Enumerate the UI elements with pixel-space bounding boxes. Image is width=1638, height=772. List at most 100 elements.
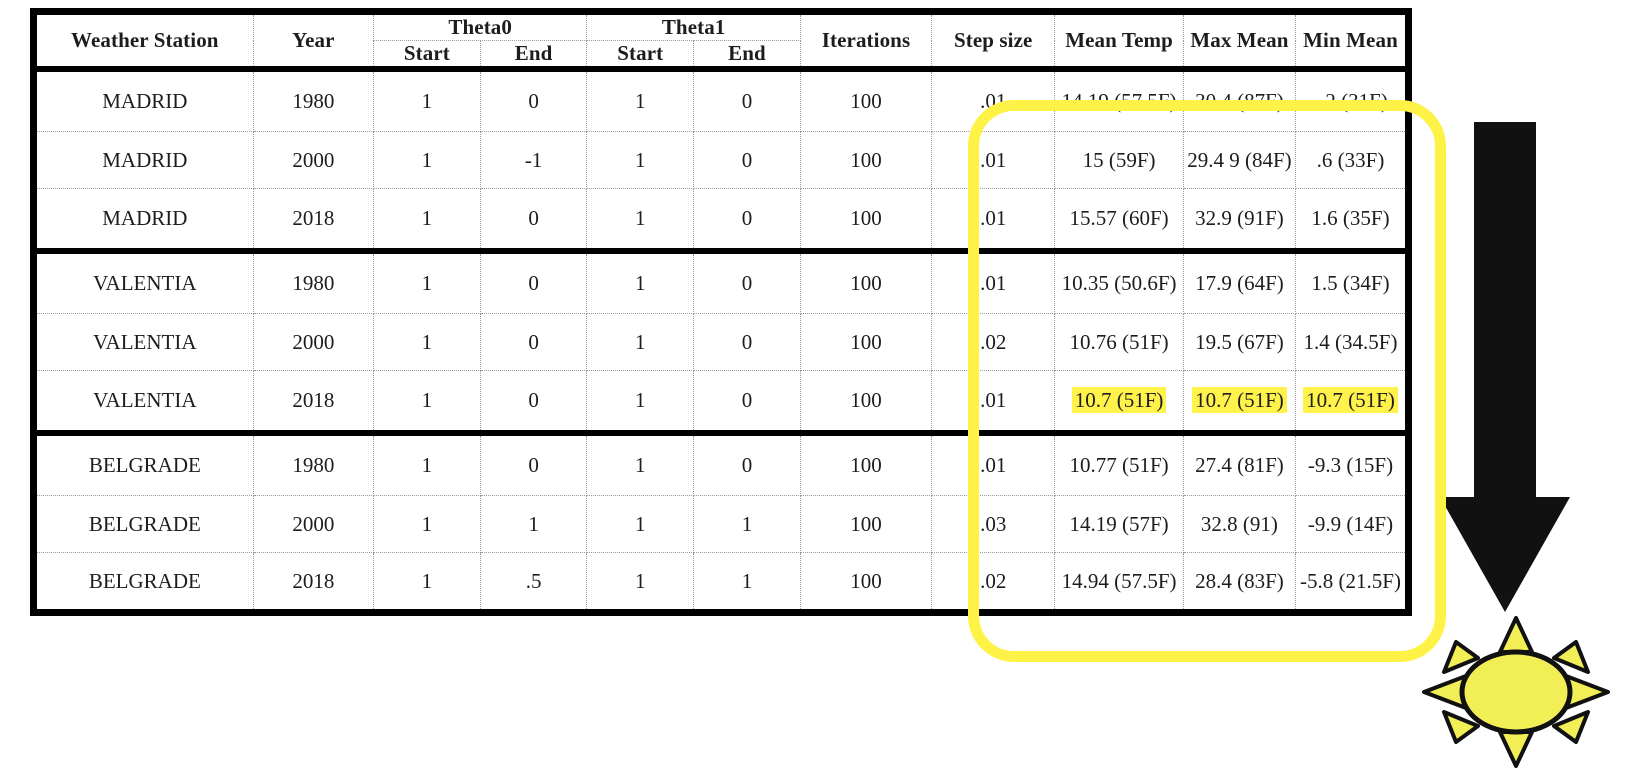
column-header-theta1-start: Start — [586, 40, 695, 72]
cell-station: BELGRADE — [37, 552, 254, 609]
cell-station: MADRID — [37, 66, 254, 133]
table-header: Weather Station Year Theta0 Theta1 Itera… — [37, 15, 1405, 72]
cell-theta0-end: 0 — [479, 66, 588, 133]
cell-year: 2000 — [252, 313, 375, 372]
cell-theta1-start: 1 — [586, 370, 695, 434]
cell-year: 1980 — [252, 248, 375, 315]
cell-theta0-start: 1 — [373, 248, 481, 315]
results-table: Weather Station Year Theta0 Theta1 Itera… — [37, 15, 1405, 609]
cell-station: MADRID — [37, 131, 254, 190]
header-row-top: Weather Station Year Theta0 Theta1 Itera… — [37, 15, 1405, 70]
cell-iterations: 100 — [799, 370, 933, 434]
column-header-weather-station: Weather Station — [37, 15, 254, 70]
cell-theta1-start: 1 — [586, 495, 695, 554]
cell-mean-temp: 15.57 (60F) — [1054, 188, 1184, 252]
cell-theta0-end: -1 — [479, 131, 588, 190]
cell-theta0-end: 0 — [479, 430, 588, 497]
cell-min-mean-highlight: 10.7 (51F) — [1303, 387, 1398, 414]
cell-theta1-end: 0 — [693, 430, 801, 497]
cell-step-size: .02 — [931, 313, 1056, 372]
cell-theta0-start: 1 — [373, 495, 481, 554]
cell-theta0-end: 0 — [479, 313, 588, 372]
cell-theta0-start: 1 — [373, 552, 481, 609]
cell-year: 1980 — [252, 430, 375, 497]
results-table-container: Weather Station Year Theta0 Theta1 Itera… — [30, 8, 1412, 616]
table-row: MADRID 2018 1 0 1 0 100.01 15.57 (60F) 32.9 (91F… — [37, 188, 1405, 252]
cell-iterations: 100 — [799, 188, 933, 252]
column-header-theta0: Theta0 — [373, 15, 588, 41]
table-row: BELGRADE 1980 1 0 1 0 100.01 10.77 (51F) 27.4 (8… — [37, 430, 1405, 497]
column-header-theta1: Theta1 — [586, 15, 801, 41]
cell-min-mean: 10.7 (51F) — [1295, 370, 1405, 434]
cell-theta0-start: 1 — [373, 370, 481, 434]
cell-min-mean: 1.4 (34.5F) — [1295, 313, 1405, 372]
cell-theta1-end: 1 — [693, 495, 801, 554]
cell-mean-temp: 14.19 (57F) — [1054, 495, 1184, 554]
cell-mean-temp: 14.19 (57.5F) — [1054, 66, 1184, 133]
cell-max-mean: 19.5 (67F) — [1182, 313, 1297, 372]
cell-theta0-start: 1 — [373, 313, 481, 372]
cell-theta1-end: 1 — [693, 552, 801, 609]
cell-theta0-start: 1 — [373, 66, 481, 133]
cell-theta1-end: 0 — [693, 188, 801, 252]
cell-mean-temp: 15 (59F) — [1054, 131, 1184, 190]
cell-max-mean: 29.4 9 (84F) — [1182, 131, 1297, 190]
cell-min-mean: 1.5 (34F) — [1295, 248, 1405, 315]
table-row: VALENTIA 2018 1 0 1 0 100.01 10.7 (51F) 10.7 (51… — [37, 370, 1405, 434]
cell-max-mean: 17.9 (64F) — [1182, 248, 1297, 315]
cell-mean-temp-highlight: 10.7 (51F) — [1071, 387, 1167, 414]
screenshot-canvas: Weather Station Year Theta0 Theta1 Itera… — [0, 0, 1638, 772]
column-header-theta1-end: End — [693, 40, 801, 72]
cell-station: VALENTIA — [37, 370, 254, 434]
cell-mean-temp: 10.7 (51F) — [1054, 370, 1184, 434]
column-header-min-mean: Min Mean — [1295, 15, 1405, 70]
cell-theta1-end: 0 — [693, 370, 801, 434]
cell-mean-temp: 10.76 (51F) — [1054, 313, 1184, 372]
cell-year: 2018 — [252, 552, 375, 609]
cell-theta1-end: 0 — [693, 66, 801, 133]
cell-theta0-start: 1 — [373, 430, 481, 497]
column-header-theta0-start: Start — [373, 40, 481, 72]
cell-theta1-end: 0 — [693, 248, 801, 315]
table-row: VALENTIA 2000 1 0 1 0 100.02 10.76 (51F) 19.5 (6… — [37, 313, 1405, 372]
cell-station: MADRID — [37, 188, 254, 252]
cell-mean-temp: 14.94 (57.5F) — [1054, 552, 1184, 609]
cell-theta0-end: 0 — [479, 248, 588, 315]
cell-iterations: 100 — [799, 313, 933, 372]
cell-mean-temp: 10.77 (51F) — [1054, 430, 1184, 497]
cell-min-mean: -9.3 (15F) — [1295, 430, 1405, 497]
column-header-year: Year — [252, 15, 375, 70]
column-header-step-size: Step size — [931, 15, 1056, 70]
cell-year: 2000 — [252, 131, 375, 190]
sun-icon — [1422, 616, 1610, 768]
cell-step-size: .01 — [931, 430, 1056, 497]
cell-theta1-end: 0 — [693, 313, 801, 372]
cell-iterations: 100 — [799, 131, 933, 190]
table-body: MADRID 1980 1 0 1 0 100.01 14.19 (57.5F) 30.4 (8… — [37, 66, 1405, 609]
table-row: MADRID 2000 1 -1 1 0 100.01 15 (59F) 29.4 9 (84F… — [37, 131, 1405, 190]
cell-theta0-end: 0 — [479, 370, 588, 434]
table-row: VALENTIA 1980 1 0 1 0 100.01 10.35 (50.6F) 17.9 … — [37, 248, 1405, 315]
cell-iterations: 100 — [799, 430, 933, 497]
cell-theta1-start: 1 — [586, 248, 695, 315]
column-header-mean-temp: Mean Temp — [1054, 15, 1184, 70]
cell-max-mean: 28.4 (83F) — [1182, 552, 1297, 609]
table-row: BELGRADE 2000 1 1 1 1 100.03 14.19 (57F) 32.8 (9… — [37, 495, 1405, 554]
cell-min-mean: .6 (33F) — [1295, 131, 1405, 190]
cell-theta0-end: .5 — [479, 552, 588, 609]
cell-step-size: .01 — [931, 66, 1056, 133]
cell-station: BELGRADE — [37, 495, 254, 554]
cell-mean-temp: 10.35 (50.6F) — [1054, 248, 1184, 315]
cell-station: BELGRADE — [37, 430, 254, 497]
cell-theta1-start: 1 — [586, 131, 695, 190]
cell-station: VALENTIA — [37, 248, 254, 315]
cell-min-mean: -9.9 (14F) — [1295, 495, 1405, 554]
column-header-iterations: Iterations — [799, 15, 933, 70]
column-header-max-mean: Max Mean — [1182, 15, 1297, 70]
cell-theta1-start: 1 — [586, 430, 695, 497]
cell-year: 2000 — [252, 495, 375, 554]
cell-max-mean: 27.4 (81F) — [1182, 430, 1297, 497]
cell-theta1-start: 1 — [586, 552, 695, 609]
cell-min-mean: -.2 (31F) — [1295, 66, 1405, 133]
cell-step-size: .02 — [931, 552, 1056, 609]
